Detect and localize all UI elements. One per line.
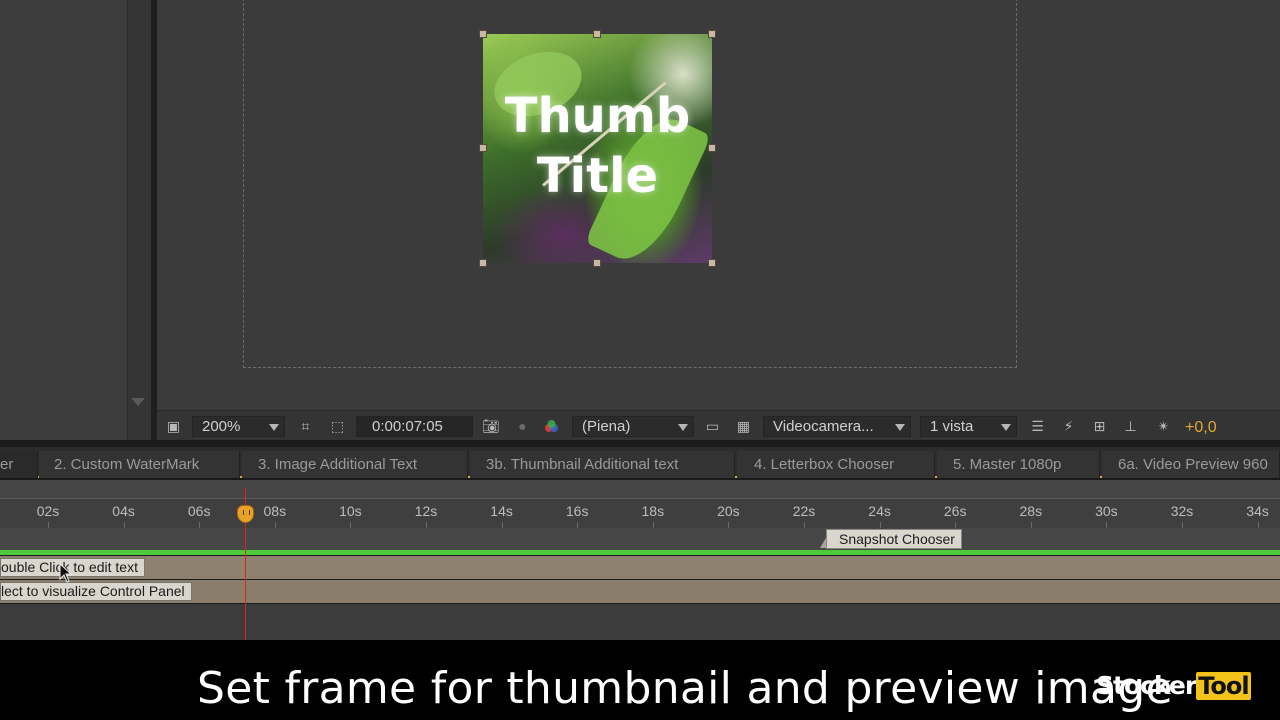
fast-render-icon[interactable]: ⚡ [1060,419,1077,434]
time-tick-label: 04s [112,503,135,519]
zoom-dropdown[interactable]: 200% [192,416,285,437]
transform-handle[interactable] [479,259,487,267]
transparency-grid-icon[interactable]: ▦ [735,419,752,434]
flowchart-icon[interactable]: ⊥ [1122,419,1139,434]
time-tick-label: 12s [414,503,438,519]
scroll-down-arrow-icon[interactable] [131,398,145,406]
project-panel [0,0,157,440]
chevron-down-icon [678,424,688,431]
fast-previews-icon[interactable]: ▭ [704,419,721,434]
toggle-transparency-grid-icon[interactable]: ⬚ [329,419,346,434]
time-tick-label: 18s [641,503,665,519]
always-preview-icon[interactable]: ▣ [165,419,182,434]
stocker-tool-logo: StockerTool [1096,671,1251,701]
timeline-layer-row[interactable]: lect to visualize Control Panel [0,580,1280,603]
time-ruler[interactable]: 02s 04s 06s 08s 10s 12s 14s 16s 18s 20s 22s 24s 26s 2… [0,498,1280,528]
transform-handle[interactable] [593,259,601,267]
time-tick-label: 20s [717,503,740,519]
project-scrollbar[interactable] [127,0,151,440]
logo-text-primary: Stocker [1096,671,1197,700]
region-of-interest-icon[interactable]: ⌗ [297,419,314,434]
composition-tab[interactable]: 4. Letterbox Chooser [737,451,935,478]
marker-label[interactable]: Snapshot Chooser [826,529,962,549]
transform-handle[interactable] [593,30,601,38]
timeline-icon[interactable]: ⊞ [1091,419,1108,434]
logo-text-secondary: Tool [1196,672,1251,700]
exposure-value[interactable]: +0,0 [1185,419,1217,436]
exposure-icon[interactable]: ✴ [1155,419,1172,434]
camera-value: Videocamera... [773,418,874,435]
time-tick-label: 22s [792,503,816,519]
viewer-toolbar: ▣ 200% ⌗ ⬚ 0:00:07:05 📷︎ ● (Piena) ▭ ▦ V… [157,410,1280,440]
composition-tab[interactable]: 2. Custom WaterMark [39,451,240,478]
time-tick-label: 28s [1019,503,1043,519]
composition-tab[interactable]: er [0,451,38,478]
timeline-empty-area [0,604,1280,640]
time-tick-label: 14s [490,503,513,519]
caption-text: Set frame for thumbnail and preview imag… [197,663,1173,714]
time-tick-label: 08s [263,503,287,519]
playhead-handle[interactable] [237,505,254,523]
project-panel-content [0,0,127,440]
time-tick-label: 10s [339,503,362,519]
resolution-value: (Piena) [582,418,631,435]
composition-tabs-bar: er 2. Custom WaterMark 3. Image Addition… [0,447,1280,478]
transform-handle[interactable] [708,144,716,152]
transform-handle[interactable] [479,30,487,38]
time-tick-label: 02s [36,503,60,519]
pixel-aspect-icon[interactable]: ☰ [1029,419,1046,434]
view-layout-dropdown[interactable]: 1 vista [920,416,1017,437]
time-tick-label: 34s [1246,503,1269,519]
color-channels-icon[interactable] [543,419,560,434]
transform-handle[interactable] [708,259,716,267]
chevron-down-icon [269,424,279,431]
thumb-title-text[interactable]: Thumb Title [483,86,712,206]
composition-tab[interactable]: 5. Master 1080p [937,451,1100,478]
views-value: 1 vista [930,418,974,435]
chevron-down-icon [1001,424,1011,431]
snapshot-camera-icon[interactable]: 📷︎ [482,419,500,434]
composition-tab[interactable]: 3. Image Additional Text [242,451,468,478]
current-time-display[interactable]: 0:00:07:05 [356,416,473,437]
transform-handle[interactable] [479,144,487,152]
work-area-bar[interactable] [0,480,1280,498]
thumbnail-layer[interactable]: Thumb Title [483,34,712,263]
timeline-layer-row[interactable]: ouble Click to edit text [0,556,1280,579]
composition-tab[interactable]: 6a. Video Preview 960 [1102,451,1280,478]
time-tick-label: 30s [1095,503,1118,519]
time-tick-label: 32s [1170,503,1194,519]
time-tick-label: 06s [187,503,211,519]
layer-comment-label[interactable]: lect to visualize Control Panel [0,582,192,601]
time-tick-label: 24s [868,503,891,519]
camera-view-dropdown[interactable]: Videocamera... [763,416,911,437]
timecode-value: 0:00:07:05 [372,418,443,435]
time-tick-label: 16s [565,503,589,519]
composition-viewer[interactable]: Thumb Title [157,0,1280,410]
transform-handle[interactable] [708,30,716,38]
resolution-dropdown[interactable]: (Piena) [572,416,694,437]
chevron-down-icon [895,424,905,431]
show-snapshot-icon[interactable]: ● [514,419,531,434]
composition-tab[interactable]: 3b. Thumbnail Additional text [470,451,735,478]
marker-row: Snapshot Chooser [0,528,1280,550]
layer-duration-bar[interactable] [0,550,1280,555]
zoom-value: 200% [202,418,241,435]
time-tick-label: 26s [943,503,967,519]
